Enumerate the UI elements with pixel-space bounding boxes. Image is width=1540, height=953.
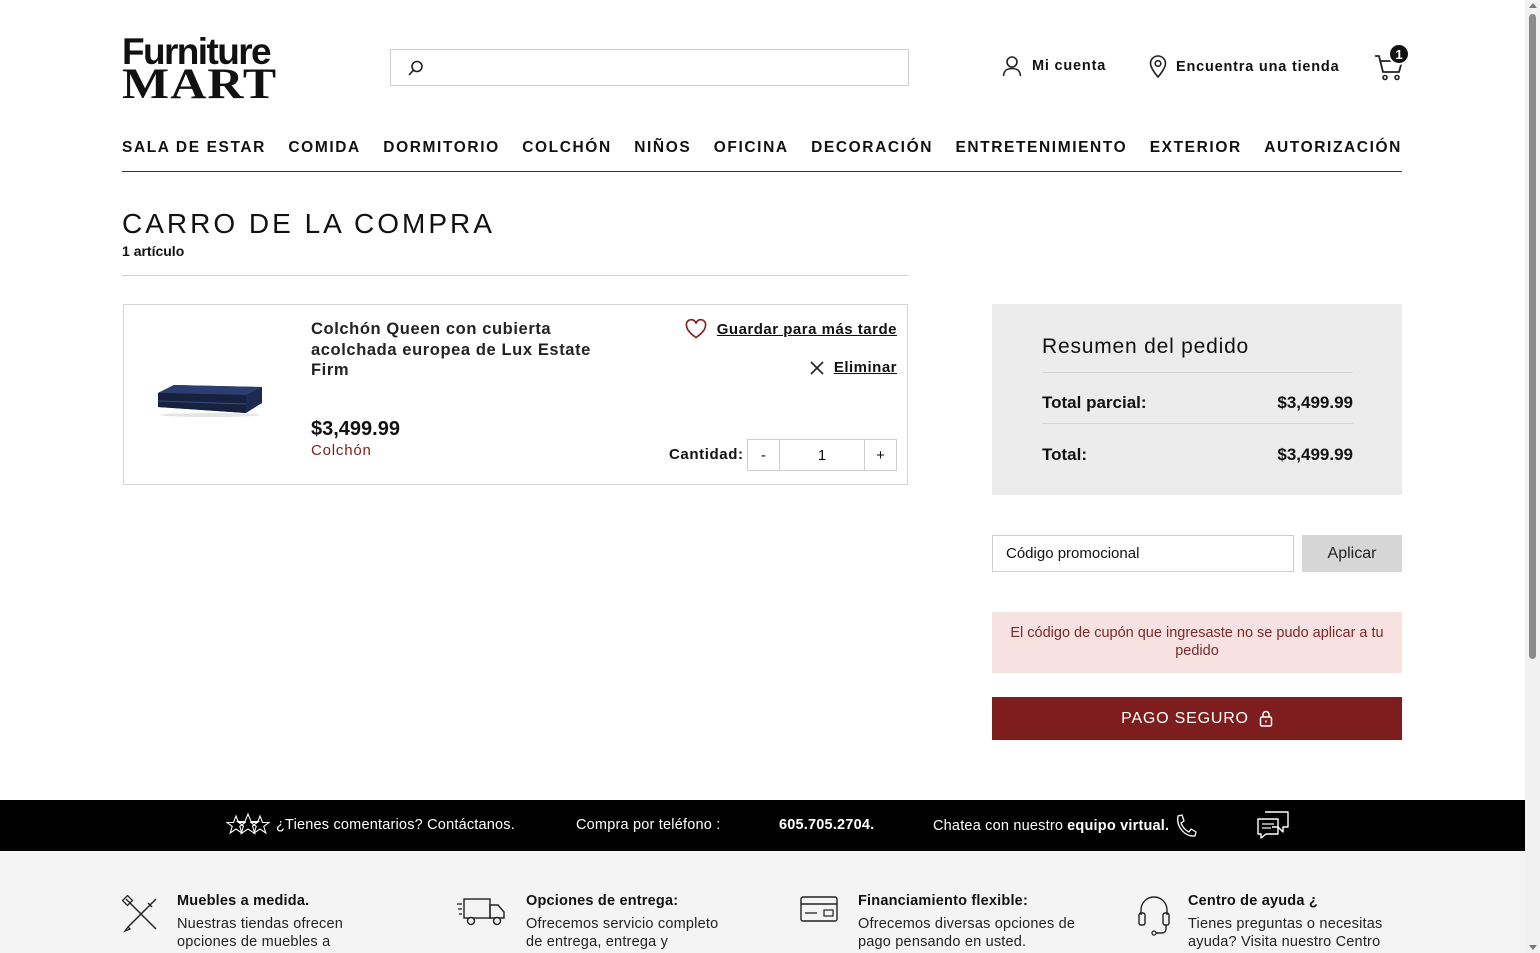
chat-team: equipo virtual. bbox=[1067, 818, 1170, 834]
total-value: $3,499.99 bbox=[1277, 445, 1353, 464]
nav-item-decor[interactable]: DECORACIÓN bbox=[811, 139, 933, 171]
scroll-down-arrow-icon[interactable] bbox=[1529, 945, 1537, 950]
feature-description: Ofrecemos servicio completo de entrega, … bbox=[526, 916, 719, 950]
credit-card-icon bbox=[800, 896, 838, 922]
summary-divider bbox=[1042, 372, 1353, 373]
item-count-word: artículo bbox=[133, 243, 185, 259]
find-store-link[interactable]: Encuentra una tienda bbox=[1149, 55, 1339, 78]
user-icon bbox=[1002, 56, 1022, 77]
search-icon bbox=[408, 60, 423, 76]
nav-item-office[interactable]: OFICINA bbox=[714, 139, 789, 171]
headset-icon bbox=[1138, 896, 1170, 936]
logo-line-2: MART bbox=[122, 61, 278, 108]
product-category: Colchón bbox=[311, 442, 372, 459]
save-for-later-link[interactable]: Guardar para más tarde bbox=[685, 319, 897, 339]
features-section: Muebles a medida. Nuestras tiendas ofrec… bbox=[0, 851, 1525, 953]
truck-icon bbox=[457, 898, 505, 926]
mattress-product-image[interactable] bbox=[154, 381, 266, 417]
contact-band: ¿Tienes comentarios? Contáctanos. Compra… bbox=[0, 800, 1525, 851]
subtotal-row: Total parcial: $3,499.99 bbox=[1042, 393, 1353, 413]
feature-description: Ofrecemos diversas opciones de pago pens… bbox=[858, 916, 1076, 950]
find-store-label: Encuentra una tienda bbox=[1176, 58, 1340, 75]
nav-item-living-room[interactable]: SALA DE ESTAR bbox=[122, 139, 266, 171]
feature-title: Centro de ayuda ¿ bbox=[1188, 893, 1318, 909]
scrollbar-thumb[interactable] bbox=[1529, 14, 1536, 659]
nav-item-outdoor[interactable]: EXTERIOR bbox=[1150, 139, 1242, 171]
cart-item: Colchón Queen con cubierta acolchada eur… bbox=[123, 304, 908, 485]
remove-item-label: Eliminar bbox=[833, 359, 897, 376]
total-label: Total: bbox=[1042, 445, 1088, 464]
main-nav: SALA DE ESTAR COMIDA DORMITORIO COLCHÓN … bbox=[122, 139, 1402, 172]
order-summary: Resumen del pedido Total parcial: $3,499… bbox=[992, 304, 1402, 495]
my-account-label: Mi cuenta bbox=[1032, 58, 1107, 74]
nav-item-authorization[interactable]: AUTORIZACIÓN bbox=[1264, 139, 1402, 171]
feedback-label: ¿Tienes comentarios? Contáctanos. bbox=[276, 817, 515, 833]
order-summary-title: Resumen del pedido bbox=[1042, 335, 1250, 358]
total-row: Total: $3,499.99 bbox=[1042, 445, 1353, 465]
item-count: 1 artículo bbox=[122, 243, 184, 259]
chat-link[interactable]: Chatea con nuestro equipo virtual. bbox=[933, 813, 1197, 839]
apply-promo-button[interactable]: Aplicar bbox=[1302, 535, 1402, 572]
summary-divider bbox=[1042, 423, 1353, 424]
feature-title: Opciones de entrega: bbox=[526, 893, 679, 909]
quantity-increase-button[interactable]: + bbox=[864, 440, 896, 470]
quantity-stepper: - 1 + bbox=[747, 439, 897, 471]
subtotal-label: Total parcial: bbox=[1042, 393, 1147, 412]
feature-description: Nuestras tiendas ofrecen opciones de mue… bbox=[177, 916, 343, 950]
phone-number-link[interactable]: 605.705.2704. bbox=[779, 817, 874, 833]
furniture-mart-logo[interactable]: Furniture MART bbox=[122, 33, 302, 106]
search-input[interactable] bbox=[390, 49, 909, 86]
scroll-up-arrow-icon[interactable] bbox=[1529, 3, 1537, 8]
lock-icon bbox=[1259, 710, 1273, 727]
nav-item-bedroom[interactable]: DORMITORIO bbox=[383, 139, 499, 171]
close-icon bbox=[810, 360, 824, 375]
remove-item-link[interactable]: Eliminar bbox=[810, 359, 897, 376]
title-divider bbox=[122, 275, 908, 276]
feature-description: Tienes preguntas o necesitas ayuda? Visi… bbox=[1188, 916, 1383, 950]
cart-button[interactable]: 1 bbox=[1374, 43, 1414, 84]
phone-label: Compra por teléfono : bbox=[576, 817, 721, 833]
location-pin-icon bbox=[1149, 55, 1167, 78]
page-scrollbar[interactable] bbox=[1525, 0, 1540, 953]
secure-checkout-button[interactable]: PAGO SEGURO bbox=[992, 697, 1402, 740]
cart-count-badge: 1 bbox=[1388, 43, 1410, 65]
promo-code-input[interactable]: Código promocional bbox=[992, 535, 1294, 572]
page-title: CARRO DE LA COMPRA bbox=[122, 208, 495, 239]
heart-icon bbox=[685, 319, 707, 339]
quantity-decrease-button[interactable]: - bbox=[748, 440, 780, 470]
subtotal-value: $3,499.99 bbox=[1277, 393, 1353, 412]
nav-item-kids[interactable]: NIÑOS bbox=[634, 139, 691, 171]
my-account-link[interactable]: Mi cuenta bbox=[1002, 55, 1106, 77]
item-count-number: 1 bbox=[122, 243, 130, 259]
nav-item-dining[interactable]: COMIDA bbox=[288, 139, 360, 171]
nav-item-entertainment[interactable]: ENTRETENIMIENTO bbox=[955, 139, 1127, 171]
product-name[interactable]: Colchón Queen con cubierta acolchada eur… bbox=[311, 319, 631, 381]
save-for-later-label: Guardar para más tarde bbox=[716, 320, 897, 338]
feature-title: Financiamiento flexible: bbox=[858, 893, 1028, 909]
nav-item-mattress[interactable]: COLCHÓN bbox=[522, 139, 612, 171]
chat-bubbles-icon[interactable] bbox=[1256, 810, 1290, 840]
tools-icon bbox=[122, 895, 157, 933]
coupon-error-message: El código de cupón que ingresaste no se … bbox=[992, 612, 1402, 673]
phone-icon bbox=[1177, 814, 1197, 837]
stars-icon bbox=[226, 813, 270, 835]
quantity-label: Cantidad: bbox=[669, 446, 744, 463]
quantity-input[interactable]: 1 bbox=[780, 440, 864, 470]
feedback-link[interactable]: ¿Tienes comentarios? Contáctanos. bbox=[226, 813, 515, 837]
phone-number: 605.705.2704. bbox=[779, 817, 875, 833]
feature-title: Muebles a medida. bbox=[177, 893, 310, 909]
chat-prefix: Chatea con nuestro bbox=[933, 818, 1064, 834]
secure-checkout-label: PAGO SEGURO bbox=[1121, 709, 1249, 727]
product-price: $3,499.99 bbox=[311, 418, 400, 440]
